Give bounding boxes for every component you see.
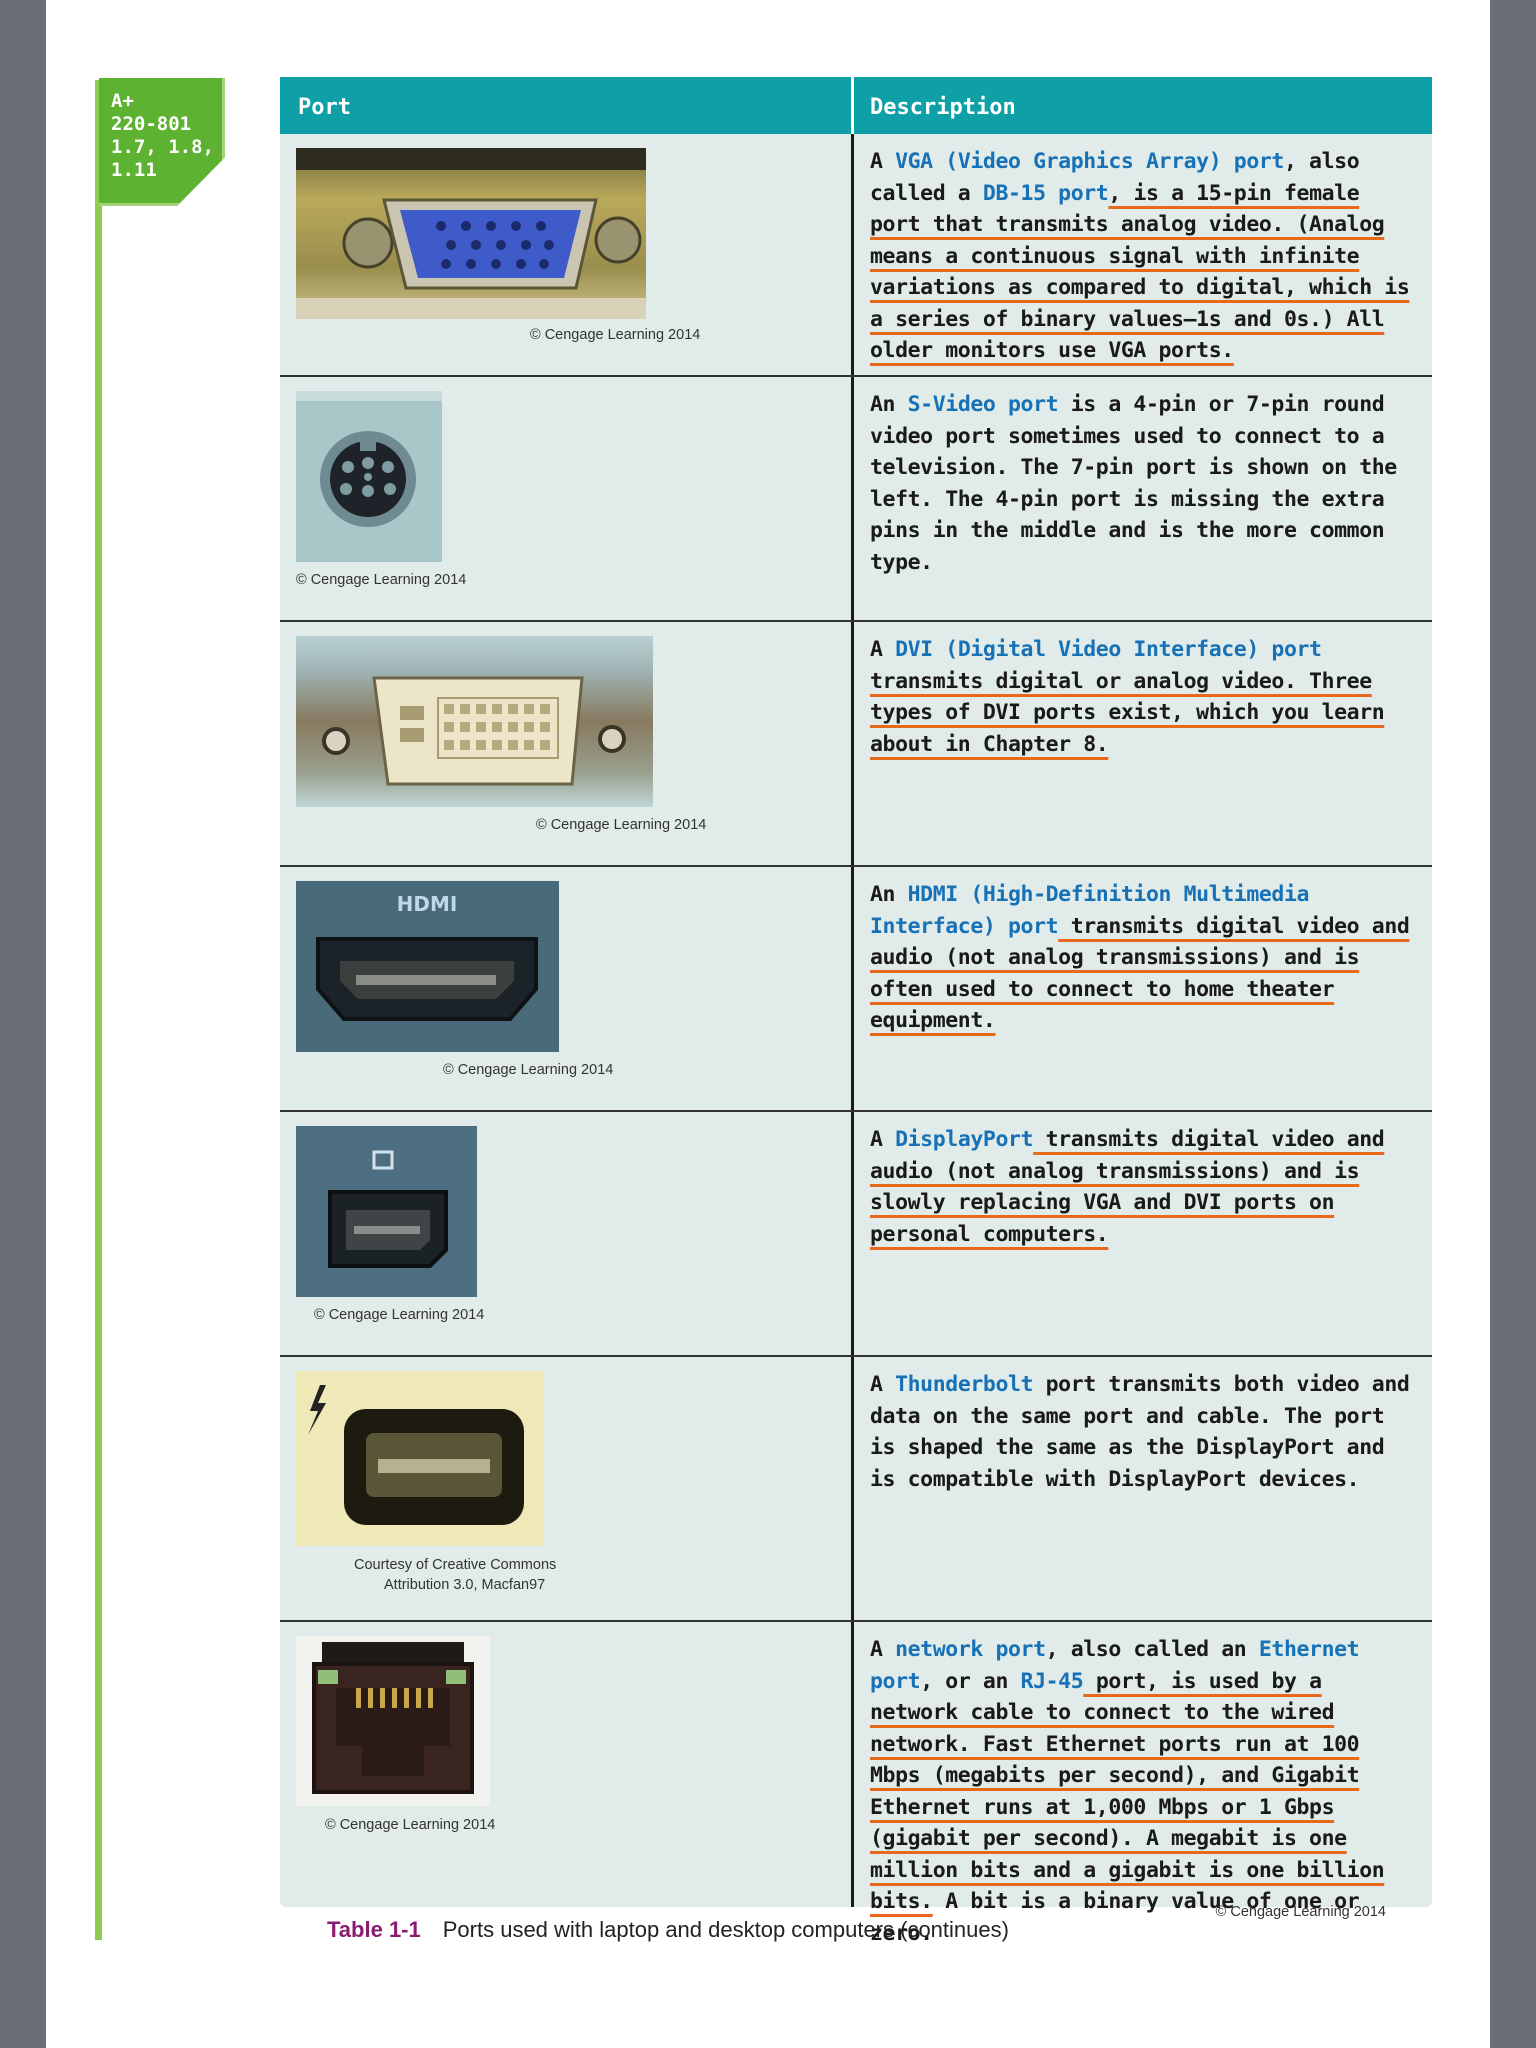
- port-image-cell: © Cengage Learning 2014: [280, 1112, 854, 1355]
- badge-line: 1.7, 1.8,: [111, 136, 214, 158]
- description-text: is a 4-pin or 7-pin round video port som…: [870, 392, 1397, 575]
- term-link: VGA (Video Graphics Array) port: [895, 149, 1284, 174]
- badge-line: 220-801: [111, 113, 192, 135]
- description-text: , is a 15-pin female port that transmits…: [870, 180, 1410, 364]
- port-image-cell: © Cengage Learning 2014: [280, 377, 854, 620]
- image-credit: © Cengage Learning 2014: [530, 327, 701, 343]
- s-video-port-icon: [296, 391, 442, 562]
- network-port-icon: [296, 1636, 490, 1806]
- table-row: © Cengage Learning 2014 A VGA (Video Gra…: [280, 134, 1432, 377]
- table-number: Table 1-1: [327, 1917, 421, 1942]
- port-description: An HDMI (High-Definition Multimedia Inte…: [854, 867, 1432, 1110]
- description-text: A: [870, 1127, 896, 1152]
- term-link: Thunderbolt: [895, 1372, 1034, 1397]
- port-description: An S-Video port is a 4-pin or 7-pin roun…: [854, 377, 1432, 620]
- textbook-page: A+ 220-801 1.7, 1.8, 1.11 Port Descripti…: [46, 0, 1490, 2048]
- image-credit: Courtesy of Creative Commons: [354, 1557, 557, 1573]
- hdmi-port-icon: HDMI: [296, 881, 559, 1052]
- description-text: A: [870, 637, 896, 662]
- description-text: An: [870, 882, 908, 907]
- thunderbolt-port-icon: [296, 1371, 544, 1546]
- image-credit: © Cengage Learning 2014: [314, 1307, 485, 1323]
- ports-table: Port Description © Cengage Learning 2014…: [280, 77, 1432, 1946]
- vga-port-icon: [296, 148, 646, 319]
- table-row: Courtesy of Creative Commons Attribution…: [280, 1357, 1432, 1622]
- port-description: A DisplayPort transmits digital video an…: [854, 1112, 1432, 1355]
- port-description: A Thunderbolt port transmits both video …: [854, 1357, 1432, 1620]
- term-link: DisplayPort: [895, 1127, 1034, 1152]
- table-credit: © Cengage Learning 2014: [1215, 1904, 1386, 1920]
- description-text: , or an: [920, 1668, 1021, 1694]
- port-image-cell: © Cengage Learning 2014: [280, 1622, 854, 1907]
- term-link: network port: [895, 1637, 1046, 1662]
- description-text: A: [870, 1372, 896, 1397]
- table-row: HDMI © Cengage Learning 2014 An HDMI (Hi…: [280, 867, 1432, 1112]
- term-link: DVI (Digital Video Interface) port: [895, 637, 1322, 662]
- table-row: © Cengage Learning 2014 A DVI (Digital V…: [280, 622, 1432, 867]
- image-credit: © Cengage Learning 2014: [296, 572, 467, 588]
- image-credit: © Cengage Learning 2014: [325, 1817, 496, 1833]
- header-description: Description: [870, 95, 1016, 120]
- dvi-port-icon: [296, 636, 653, 807]
- term-link: DB-15 port: [982, 180, 1109, 206]
- exam-objective-badge: A+ 220-801 1.7, 1.8, 1.11: [99, 78, 225, 206]
- description-text: , also called an: [1045, 1637, 1259, 1662]
- description-text: port, is used by a network cable to conn…: [870, 1668, 1385, 1915]
- badge-line: 1.11: [111, 159, 157, 181]
- description-text: A: [870, 1637, 896, 1662]
- term-link: RJ-45: [1020, 1668, 1084, 1694]
- hdmi-logo: HDMI: [397, 892, 458, 916]
- port-description: A DVI (Digital Video Interface) port tra…: [854, 622, 1432, 865]
- description-text: An: [870, 392, 908, 417]
- header-port: Port: [280, 77, 854, 134]
- displayport-port-icon: [296, 1126, 477, 1297]
- image-credit: Attribution 3.0, Macfan97: [384, 1577, 546, 1593]
- margin-rule: [95, 80, 102, 1940]
- port-description: A VGA (Video Graphics Array) port, also …: [854, 134, 1432, 375]
- table-caption: Table 1-1 Ports used with laptop and desk…: [327, 1917, 1009, 1943]
- description-text: A: [870, 149, 896, 174]
- table-row: © Cengage Learning 2014 A DisplayPort tr…: [280, 1112, 1432, 1357]
- term-link: S-Video port: [907, 392, 1059, 417]
- image-credit: © Cengage Learning 2014: [443, 1062, 614, 1078]
- port-image-cell: HDMI © Cengage Learning 2014: [280, 867, 854, 1110]
- port-image-cell: © Cengage Learning 2014: [280, 622, 854, 865]
- port-image-cell: © Cengage Learning 2014: [280, 134, 854, 375]
- description-text: transmits digital or analog video. Three…: [870, 668, 1385, 757]
- table-row: © Cengage Learning 2014 A network port, …: [280, 1622, 1432, 1946]
- badge-line: A+: [111, 90, 134, 112]
- table-header: Port Description: [280, 77, 1432, 134]
- caption-text: Ports used with laptop and desktop compu…: [442, 1917, 1009, 1942]
- port-description: A network port, also called an Ethernet …: [854, 1622, 1432, 1946]
- image-credit: © Cengage Learning 2014: [536, 817, 707, 833]
- port-image-cell: Courtesy of Creative Commons Attribution…: [280, 1357, 854, 1620]
- table-row: © Cengage Learning 2014 An S-Video port …: [280, 377, 1432, 622]
